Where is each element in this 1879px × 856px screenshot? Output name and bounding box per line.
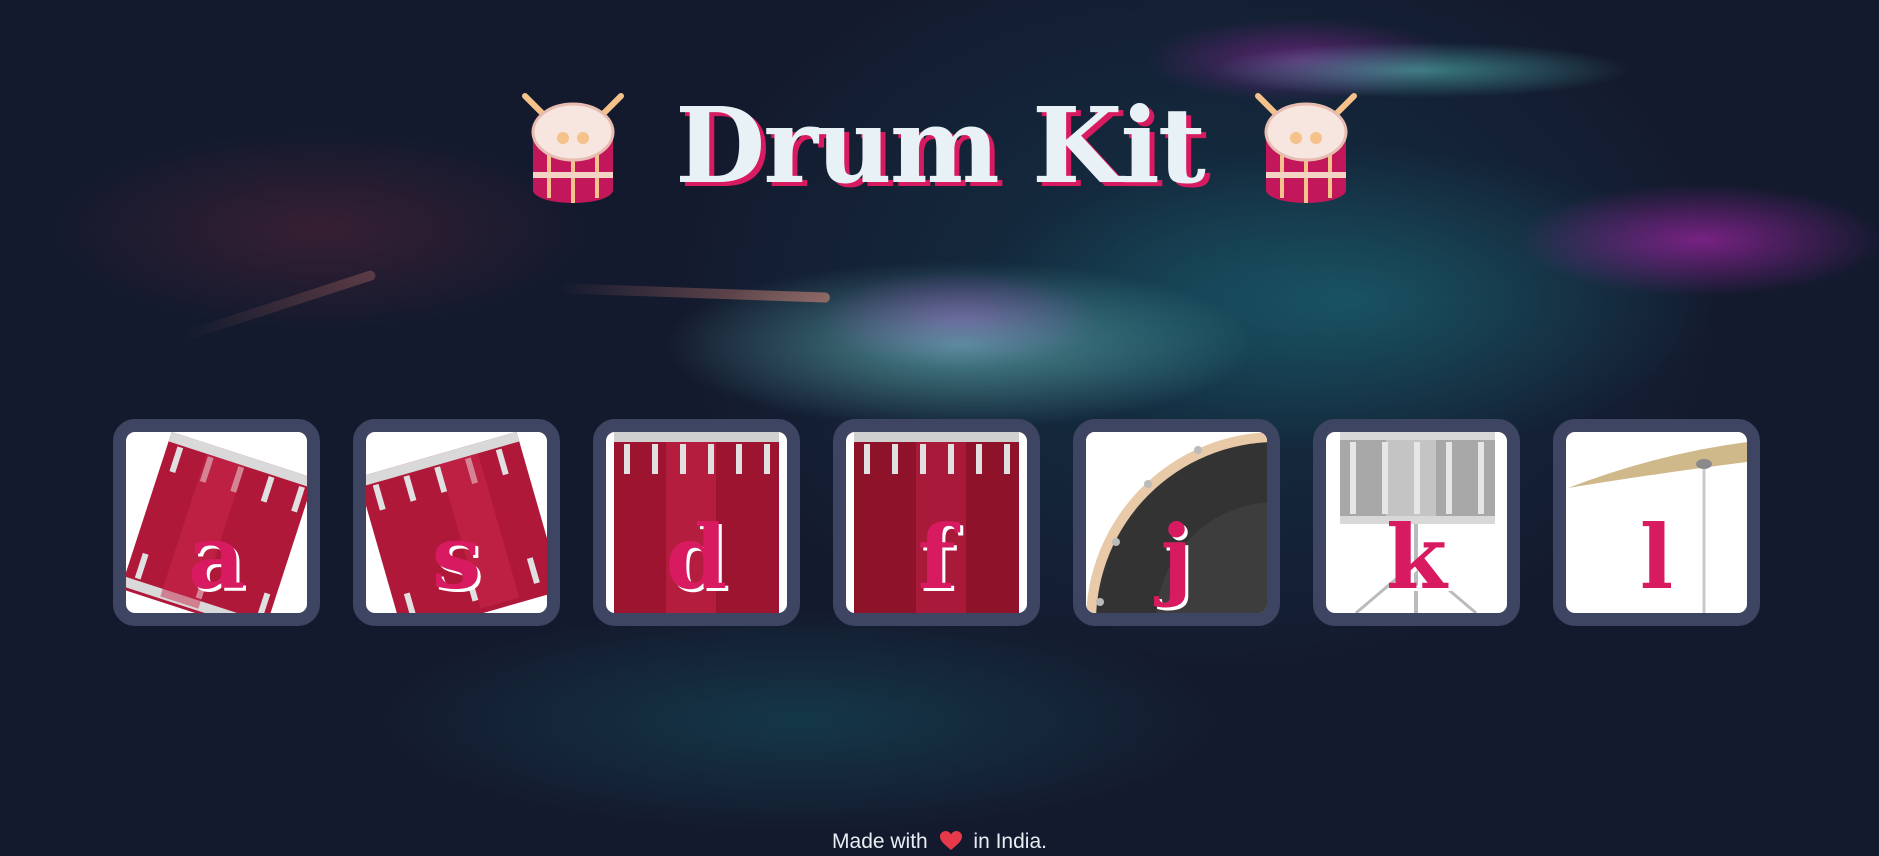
drum-pad-d[interactable]: d [593,419,800,626]
pad-key-label: a [187,505,246,609]
drum-pads: a s d f j k l [113,419,1760,626]
drum-emoji-icon [1254,93,1357,203]
header: Drum Kit [0,88,1879,204]
drum-pad-l[interactable]: l [1553,419,1760,626]
drum-pad-s[interactable]: s [353,419,560,626]
pad-key-label: j [1160,505,1193,609]
footer: Made with in India. [0,830,1879,854]
pad-key-label: k [1386,505,1447,609]
pad-key-label: l [1639,505,1674,609]
drum-pad-j[interactable]: j [1073,419,1280,626]
drum-pad-k[interactable]: k [1313,419,1520,626]
footer-text-before: Made with [832,830,928,853]
pad-key-label: d [665,505,728,609]
heart-icon [939,831,962,850]
pad-key-label: f [917,505,956,609]
background-drumstick [183,269,377,341]
pad-key-label: s [431,505,482,609]
drum-emoji-icon [522,93,625,203]
drum-pad-f[interactable]: f [833,419,1040,626]
background-drumstick [559,283,831,303]
page-title: Drum Kit [675,84,1206,207]
drum-pad-a[interactable]: a [113,419,320,626]
footer-text-after: in India. [973,830,1047,853]
